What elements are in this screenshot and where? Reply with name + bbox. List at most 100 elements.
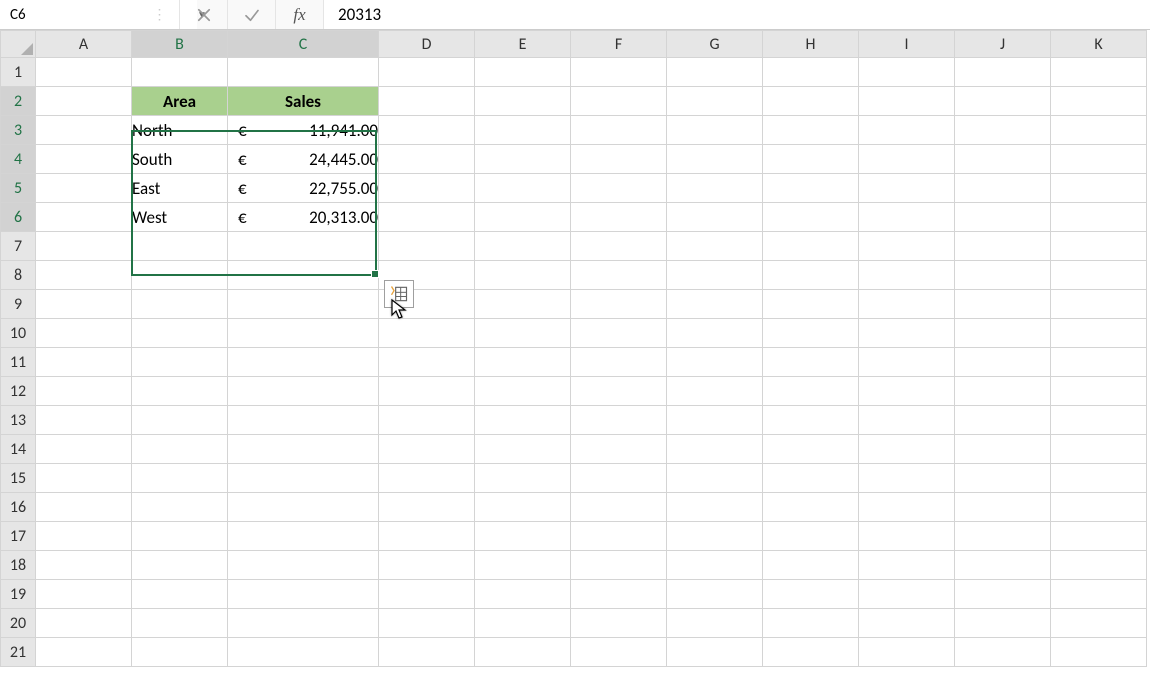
cell-B3[interactable]: North: [132, 116, 228, 145]
cell-I9[interactable]: [859, 290, 955, 319]
cell-E16[interactable]: [475, 493, 571, 522]
cell-E8[interactable]: [475, 261, 571, 290]
cell-D17[interactable]: [379, 522, 475, 551]
cell-F2[interactable]: [571, 87, 667, 116]
cell-C6[interactable]: €20,313.00: [228, 203, 379, 232]
cell-K6[interactable]: [1051, 203, 1147, 232]
cell-G6[interactable]: [667, 203, 763, 232]
cell-A12[interactable]: [36, 377, 132, 406]
cell-J13[interactable]: [955, 406, 1051, 435]
row-header-8[interactable]: 8: [1, 261, 36, 290]
cell-B20[interactable]: [132, 609, 228, 638]
row-header-13[interactable]: 13: [1, 406, 36, 435]
cell-J6[interactable]: [955, 203, 1051, 232]
cell-J11[interactable]: [955, 348, 1051, 377]
cell-G13[interactable]: [667, 406, 763, 435]
row-header-5[interactable]: 5: [1, 174, 36, 203]
cell-I17[interactable]: [859, 522, 955, 551]
cell-D20[interactable]: [379, 609, 475, 638]
cell-J17[interactable]: [955, 522, 1051, 551]
cell-K13[interactable]: [1051, 406, 1147, 435]
cell-C11[interactable]: [228, 348, 379, 377]
cell-E3[interactable]: [475, 116, 571, 145]
cell-J16[interactable]: [955, 493, 1051, 522]
cell-A10[interactable]: [36, 319, 132, 348]
cell-H4[interactable]: [763, 145, 859, 174]
cell-C19[interactable]: [228, 580, 379, 609]
row-header-21[interactable]: 21: [1, 638, 36, 667]
cell-H17[interactable]: [763, 522, 859, 551]
cell-E2[interactable]: [475, 87, 571, 116]
cell-H3[interactable]: [763, 116, 859, 145]
cell-C20[interactable]: [228, 609, 379, 638]
cell-B12[interactable]: [132, 377, 228, 406]
column-header-H[interactable]: H: [763, 31, 859, 58]
cell-G7[interactable]: [667, 232, 763, 261]
cell-I13[interactable]: [859, 406, 955, 435]
cell-D13[interactable]: [379, 406, 475, 435]
cell-J12[interactable]: [955, 377, 1051, 406]
cell-D21[interactable]: [379, 638, 475, 667]
cell-B17[interactable]: [132, 522, 228, 551]
cell-J14[interactable]: [955, 435, 1051, 464]
cell-K16[interactable]: [1051, 493, 1147, 522]
cell-E10[interactable]: [475, 319, 571, 348]
cell-G19[interactable]: [667, 580, 763, 609]
row-header-20[interactable]: 20: [1, 609, 36, 638]
cell-H15[interactable]: [763, 464, 859, 493]
cell-H9[interactable]: [763, 290, 859, 319]
cell-C7[interactable]: [228, 232, 379, 261]
cell-G4[interactable]: [667, 145, 763, 174]
cell-J4[interactable]: [955, 145, 1051, 174]
cell-I15[interactable]: [859, 464, 955, 493]
cell-A13[interactable]: [36, 406, 132, 435]
cell-K5[interactable]: [1051, 174, 1147, 203]
cell-A21[interactable]: [36, 638, 132, 667]
cell-E20[interactable]: [475, 609, 571, 638]
cell-H13[interactable]: [763, 406, 859, 435]
cell-H10[interactable]: [763, 319, 859, 348]
cell-E4[interactable]: [475, 145, 571, 174]
cell-J10[interactable]: [955, 319, 1051, 348]
cell-H8[interactable]: [763, 261, 859, 290]
cell-C5[interactable]: €22,755.00: [228, 174, 379, 203]
cell-G11[interactable]: [667, 348, 763, 377]
cell-F19[interactable]: [571, 580, 667, 609]
cell-F9[interactable]: [571, 290, 667, 319]
cell-G12[interactable]: [667, 377, 763, 406]
cell-J5[interactable]: [955, 174, 1051, 203]
cell-A5[interactable]: [36, 174, 132, 203]
cell-K7[interactable]: [1051, 232, 1147, 261]
cell-D18[interactable]: [379, 551, 475, 580]
cell-A7[interactable]: [36, 232, 132, 261]
cell-G10[interactable]: [667, 319, 763, 348]
cell-K21[interactable]: [1051, 638, 1147, 667]
cell-F18[interactable]: [571, 551, 667, 580]
cell-E13[interactable]: [475, 406, 571, 435]
cell-E15[interactable]: [475, 464, 571, 493]
cell-J2[interactable]: [955, 87, 1051, 116]
cell-D2[interactable]: [379, 87, 475, 116]
cell-C9[interactable]: [228, 290, 379, 319]
row-header-10[interactable]: 10: [1, 319, 36, 348]
cell-F10[interactable]: [571, 319, 667, 348]
row-header-3[interactable]: 3: [1, 116, 36, 145]
cell-K12[interactable]: [1051, 377, 1147, 406]
cell-B11[interactable]: [132, 348, 228, 377]
cell-E21[interactable]: [475, 638, 571, 667]
row-header-9[interactable]: 9: [1, 290, 36, 319]
cell-A15[interactable]: [36, 464, 132, 493]
cell-G17[interactable]: [667, 522, 763, 551]
cell-I3[interactable]: [859, 116, 955, 145]
cell-J19[interactable]: [955, 580, 1051, 609]
cell-D14[interactable]: [379, 435, 475, 464]
cell-A4[interactable]: [36, 145, 132, 174]
column-header-I[interactable]: I: [859, 31, 955, 58]
cell-C8[interactable]: [228, 261, 379, 290]
cell-H6[interactable]: [763, 203, 859, 232]
cell-G14[interactable]: [667, 435, 763, 464]
cell-H20[interactable]: [763, 609, 859, 638]
cell-G15[interactable]: [667, 464, 763, 493]
cell-K17[interactable]: [1051, 522, 1147, 551]
cell-G2[interactable]: [667, 87, 763, 116]
